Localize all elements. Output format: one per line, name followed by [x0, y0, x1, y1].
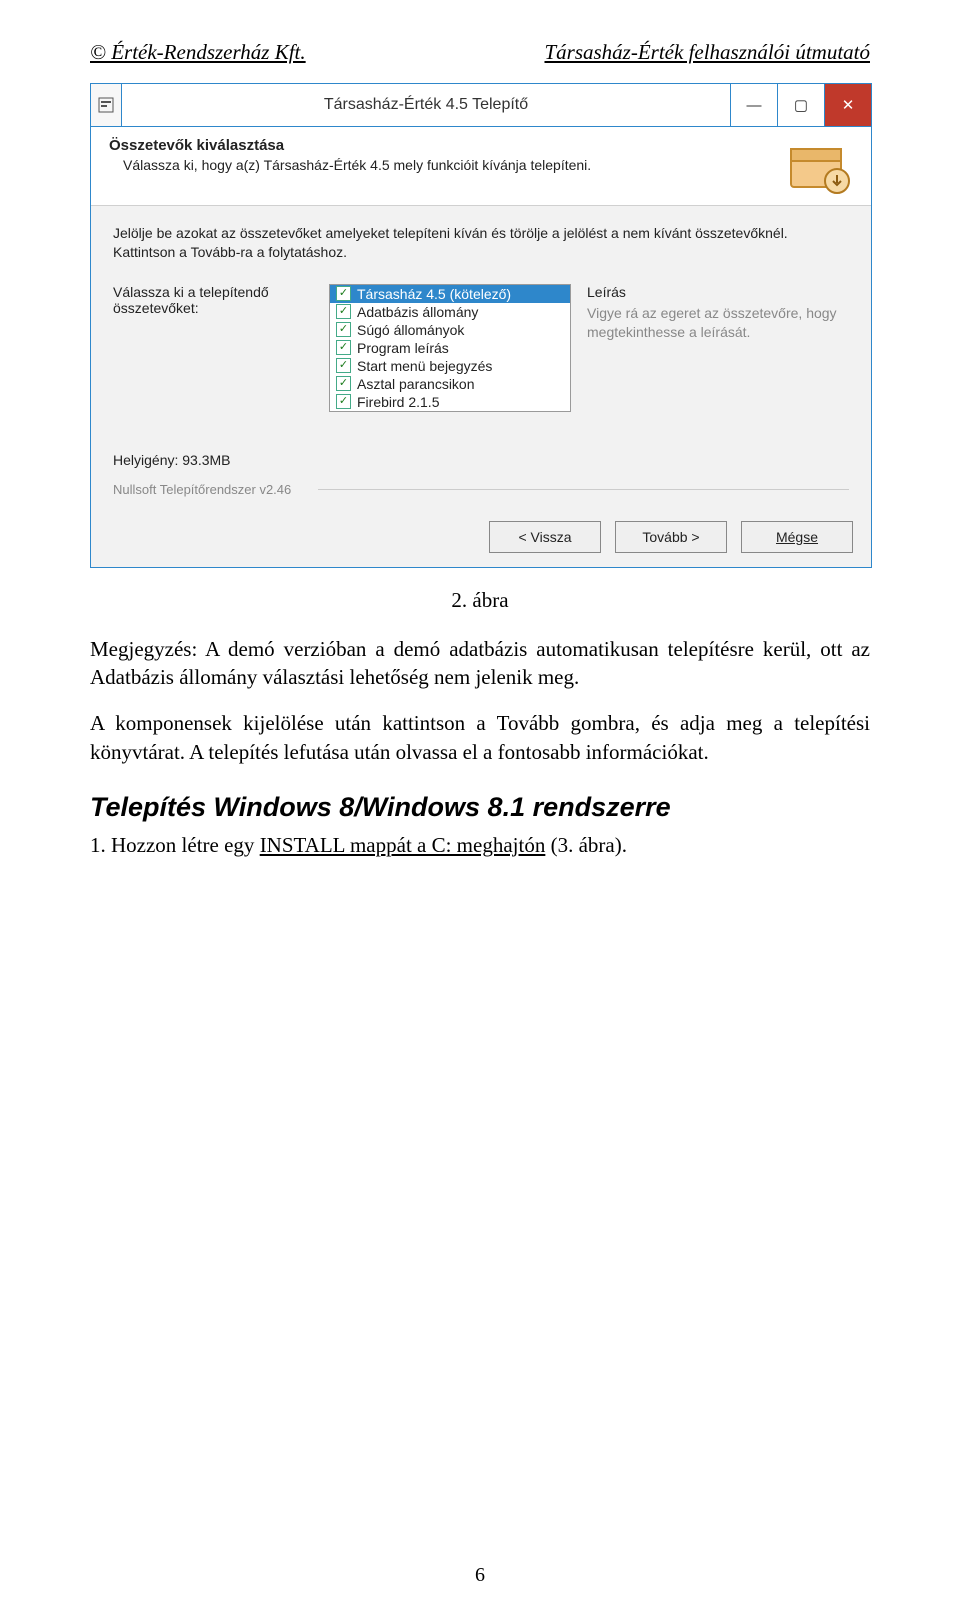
close-button[interactable]: ✕	[824, 84, 871, 126]
page-header: © Érték-Rendszerház Kft. Társasház-Érték…	[90, 40, 870, 65]
description-text: Vigye rá az egeret az összetevőre, hogy …	[587, 304, 849, 342]
component-item[interactable]: ✓ Adatbázis állomány	[330, 303, 570, 321]
package-icon	[785, 137, 853, 195]
checkbox-icon[interactable]: ✓	[336, 376, 351, 391]
component-label: Program leírás	[357, 340, 449, 356]
component-label: Asztal parancsikon	[357, 376, 475, 392]
page-number: 6	[0, 1564, 960, 1587]
component-item[interactable]: ✓ Start menü bejegyzés	[330, 357, 570, 375]
back-button[interactable]: < Vissza	[489, 521, 601, 553]
maximize-button[interactable]: ▢	[777, 84, 824, 126]
installer-header: Összetevők kiválasztása Válassza ki, hog…	[91, 127, 871, 206]
components-list[interactable]: ✓ Társasház 4.5 (kötelező) ✓ Adatbázis á…	[329, 284, 571, 412]
component-item[interactable]: ✓ Asztal parancsikon	[330, 375, 570, 393]
installer-system-line: Nullsoft Telepítőrendszer v2.46	[113, 482, 849, 497]
component-label: Start menü bejegyzés	[357, 358, 492, 374]
step-link: INSTALL mappát a C: meghajtón	[260, 833, 546, 857]
doc-title: Társasház-Érték felhasználói útmutató	[544, 40, 870, 65]
installer-window: Társasház-Érték 4.5 Telepítő — ▢ ✕ Össze…	[90, 83, 872, 568]
paragraph-steps: A komponensek kijelölése után kattintson…	[90, 709, 870, 766]
component-item[interactable]: ✓ Firebird 2.1.5	[330, 393, 570, 411]
minimize-button[interactable]: —	[730, 84, 777, 126]
paragraph-note: Megjegyzés: A demó verzióban a demó adat…	[90, 635, 870, 692]
installer-subhead: Összetevők kiválasztása	[109, 137, 785, 154]
select-components-label: Válassza ki a telepítendő összetevőket:	[113, 284, 313, 412]
app-icon	[91, 84, 122, 126]
component-label: Firebird 2.1.5	[357, 394, 439, 410]
next-button[interactable]: Tovább >	[615, 521, 727, 553]
description-heading: Leírás	[587, 284, 849, 300]
description-panel: Leírás Vigye rá az egeret az összetevőre…	[587, 284, 849, 412]
component-label: Adatbázis állomány	[357, 304, 478, 320]
step-prefix: 1. Hozzon létre egy	[90, 833, 260, 857]
step-suffix: (3. ábra).	[545, 833, 627, 857]
component-label: Társasház 4.5 (kötelező)	[357, 286, 511, 302]
figure-caption: 2. ábra	[90, 588, 870, 613]
component-item[interactable]: ✓ Társasház 4.5 (kötelező)	[330, 285, 570, 303]
checkbox-icon[interactable]: ✓	[336, 394, 351, 409]
instruction-text: Jelölje be azokat az összetevőket amelye…	[113, 224, 849, 262]
section-title: Telepítés Windows 8/Windows 8.1 rendszer…	[90, 792, 870, 823]
checkbox-icon[interactable]: ✓	[336, 358, 351, 373]
checkbox-icon[interactable]: ✓	[336, 340, 351, 355]
button-row: < Vissza Tovább > Mégse	[91, 507, 871, 567]
cancel-button[interactable]: Mégse	[741, 521, 853, 553]
titlebar: Társasház-Érték 4.5 Telepítő — ▢ ✕	[91, 84, 871, 127]
checkbox-icon[interactable]: ✓	[336, 322, 351, 337]
checkbox-icon[interactable]: ✓	[336, 304, 351, 319]
installer-body: Jelölje be azokat az összetevőket amelye…	[91, 206, 871, 507]
component-label: Súgó állományok	[357, 322, 464, 338]
component-item[interactable]: ✓ Program leírás	[330, 339, 570, 357]
checkbox-icon[interactable]: ✓	[336, 286, 351, 301]
step-1: 1. Hozzon létre egy INSTALL mappát a C: …	[90, 833, 870, 858]
window-title: Társasház-Érték 4.5 Telepítő	[122, 84, 730, 126]
space-required: Helyigény: 93.3MB	[113, 452, 849, 468]
copyright-text: © Érték-Rendszerház Kft.	[90, 40, 306, 65]
component-item[interactable]: ✓ Súgó állományok	[330, 321, 570, 339]
installer-subdesc: Válassza ki, hogy a(z) Társasház-Érték 4…	[109, 156, 785, 174]
